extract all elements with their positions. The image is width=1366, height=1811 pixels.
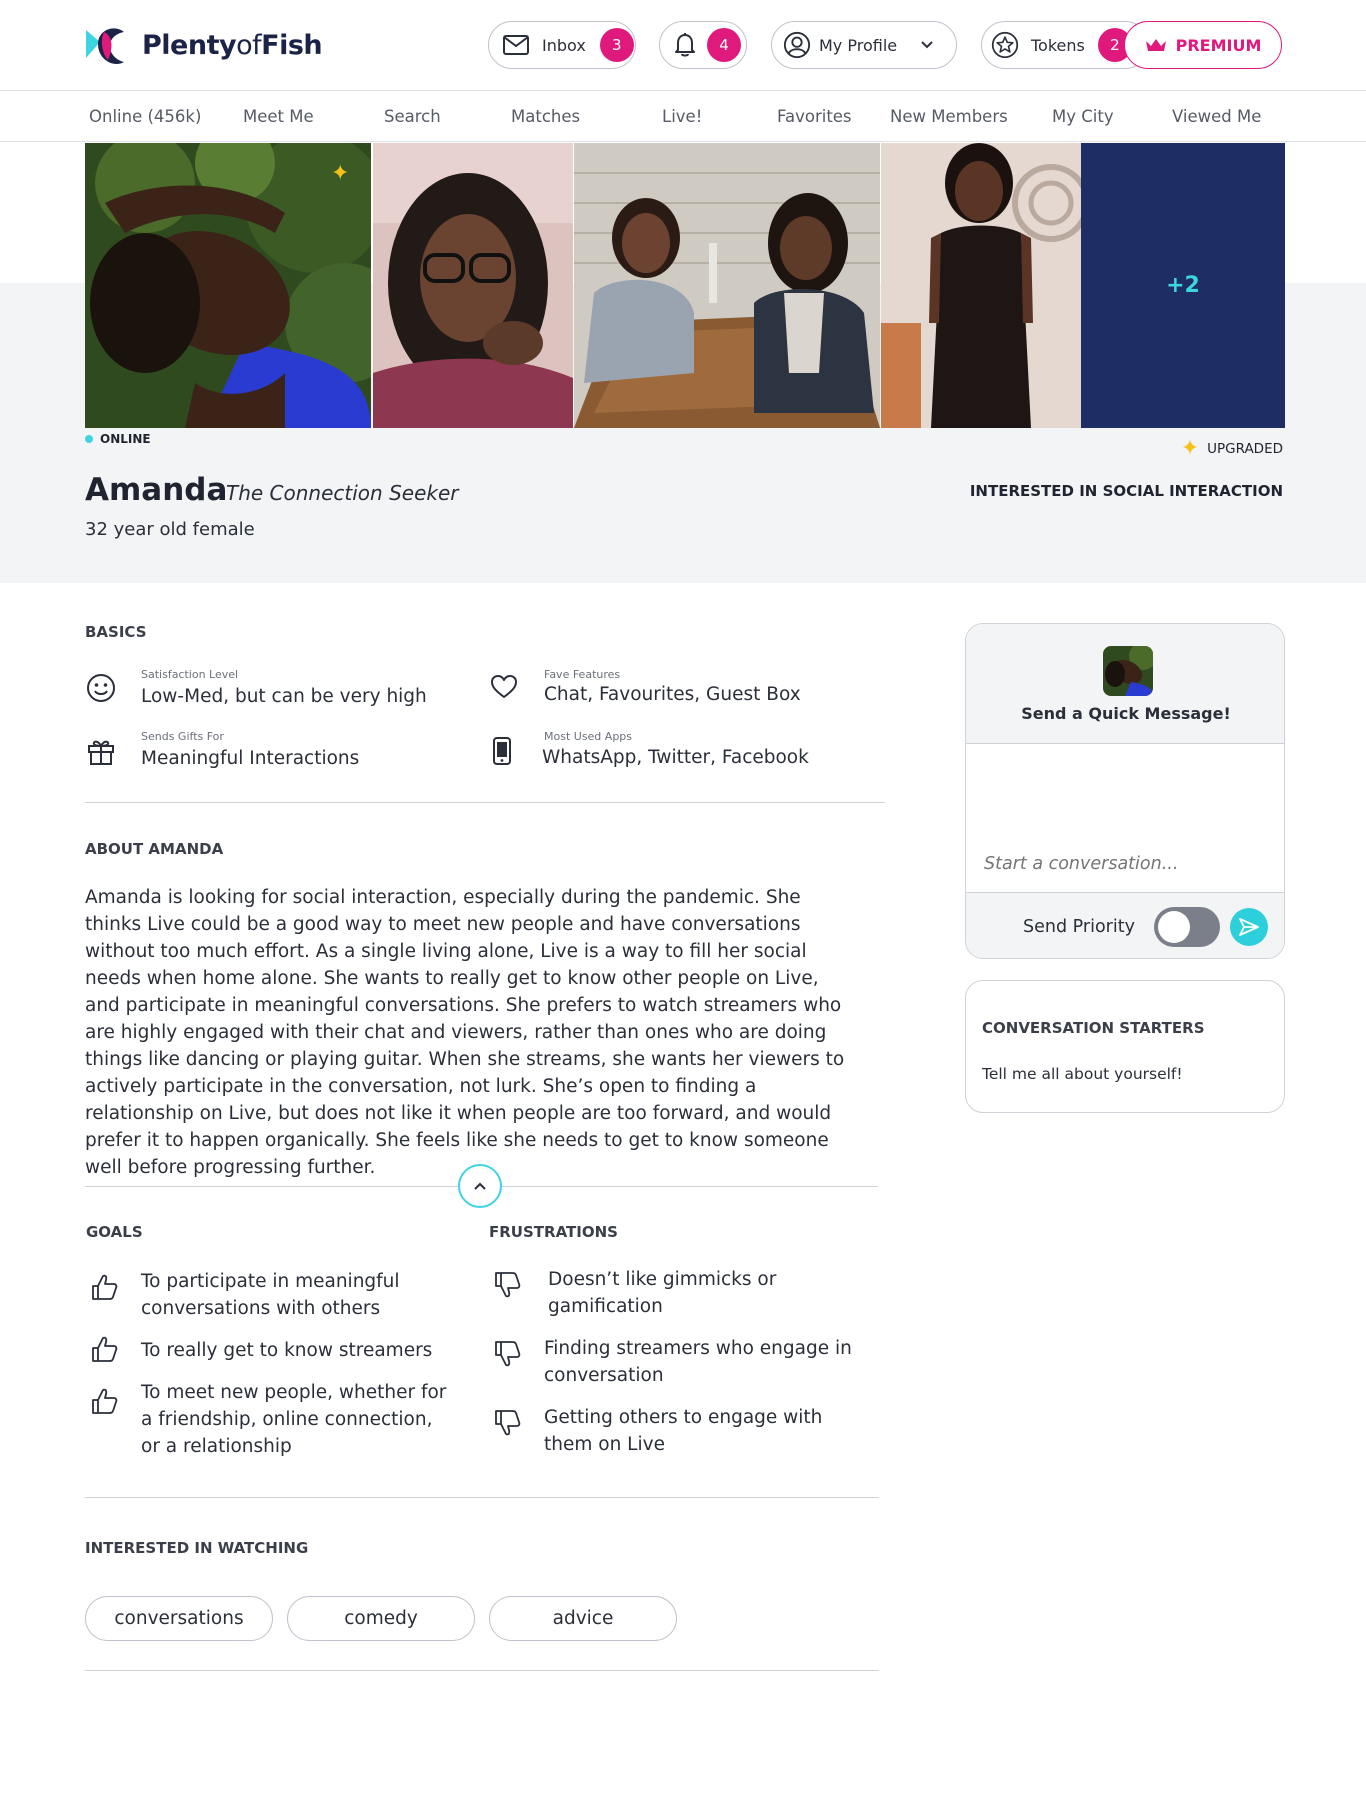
user-avatar-icon — [783, 31, 811, 59]
nav-viewed-me[interactable]: Viewed Me — [1172, 107, 1261, 126]
frustration-item: Finding streamers who engage in conversa… — [544, 1338, 852, 1386]
gift-icon — [86, 736, 116, 766]
conversation-starters-card: CONVERSATION STARTERS Tell me all about … — [965, 980, 1285, 1113]
watching-tag[interactable]: conversations — [85, 1596, 273, 1641]
notifications-button[interactable]: 4 — [659, 21, 747, 69]
inbox-button[interactable]: Inbox 3 — [488, 21, 636, 69]
profile-photo-1[interactable]: ✦ — [85, 143, 371, 428]
profile-interested-in: INTERESTED IN SOCIAL INTERACTION — [969, 482, 1283, 500]
smiley-icon — [86, 673, 116, 703]
profile-name: Amanda — [85, 472, 228, 508]
basics-title: BASICS — [85, 623, 147, 641]
message-input[interactable] — [984, 854, 1264, 874]
basic-label-most-used-apps: Most Used Apps — [544, 730, 633, 743]
basic-value-fave-features: Chat, Favourites, Guest Box — [544, 684, 801, 705]
basic-value-satisfaction: Low-Med, but can be very high — [141, 686, 427, 707]
nav-new-members[interactable]: New Members — [890, 107, 1008, 126]
nav-meet-me[interactable]: Meet Me — [243, 107, 314, 126]
frustration-item: Getting others to engage with them on Li… — [544, 1407, 823, 1455]
star-token-icon — [991, 31, 1019, 59]
sparkle-star-icon: ✦ — [1180, 436, 1200, 461]
nav-online[interactable]: Online (456k) — [89, 107, 201, 126]
send-message-button[interactable] — [1230, 908, 1268, 946]
watching-tag[interactable]: comedy — [287, 1596, 475, 1641]
divider — [85, 802, 885, 803]
nav-live[interactable]: Live! — [662, 107, 702, 126]
watching-tag[interactable]: advice — [489, 1596, 677, 1641]
top-header: PlentyofFish Inbox 3 4 My Profile Tokens… — [0, 0, 1366, 91]
thumbs-up-icon — [90, 1334, 118, 1364]
quick-message-title: Send a Quick Message! — [1021, 704, 1231, 723]
bell-icon — [671, 31, 699, 59]
profile-photo-4[interactable] — [881, 143, 1081, 428]
frustration-item: Doesn’t like gimmicks or gamification — [548, 1269, 777, 1317]
goal-item: To meet new people, whether for a friend… — [141, 1382, 447, 1457]
basic-label-fave-features: Fave Features — [544, 668, 621, 681]
notifications-count-badge: 4 — [707, 28, 741, 62]
avatar — [1103, 646, 1153, 696]
thumbs-up-icon — [90, 1386, 118, 1416]
about-title: ABOUT AMANDA — [85, 840, 224, 858]
sparkle-icon: ✦ — [331, 161, 350, 186]
nav-favorites[interactable]: Favorites — [777, 107, 852, 126]
upgraded-badge: ✦ UPGRADED — [1181, 436, 1283, 461]
nav-matches[interactable]: Matches — [511, 107, 580, 126]
my-profile-label: My Profile — [819, 35, 898, 55]
profile-tagline: The Connection Seeker — [226, 481, 459, 505]
watching-title: INTERESTED IN WATCHING — [85, 1539, 309, 1557]
basic-label-satisfaction: Satisfaction Level — [141, 668, 239, 681]
send-priority-label: Send Priority — [1023, 917, 1135, 937]
upgraded-label: UPGRADED — [1207, 440, 1283, 457]
paper-plane-icon — [1238, 916, 1260, 938]
quick-message-footer: Send Priority — [966, 892, 1284, 958]
online-status: ONLINE — [85, 432, 151, 446]
more-photos-overlay[interactable]: +2 — [1081, 143, 1285, 428]
inbox-label: Inbox — [542, 35, 586, 55]
inbox-count-badge: 3 — [599, 28, 634, 62]
thumbs-down-icon — [493, 1339, 521, 1369]
divider — [85, 1497, 879, 1498]
goal-item: To participate in meaningful conversatio… — [141, 1271, 400, 1319]
plentyoffish-logo[interactable]: PlentyofFish — [84, 22, 323, 68]
divider — [85, 1670, 879, 1671]
about-text: Amanda is looking for social interaction… — [85, 887, 845, 1178]
frustrations-title: FRUSTRATIONS — [489, 1223, 618, 1241]
my-profile-dropdown[interactable]: My Profile — [771, 21, 957, 69]
chevron-down-icon — [913, 31, 941, 59]
goal-item: To really get to know streamers — [141, 1340, 433, 1361]
online-dot-icon — [85, 435, 93, 443]
conversation-starter-item[interactable]: Tell me all about yourself! — [982, 1065, 1183, 1083]
basic-label-sends-gifts: Sends Gifts For — [141, 730, 224, 743]
quick-message-card: Send a Quick Message! Send Priority — [965, 623, 1285, 959]
profile-photo-3[interactable] — [574, 143, 880, 428]
quick-message-header: Send a Quick Message! — [966, 624, 1284, 744]
online-label: ONLINE — [100, 432, 151, 446]
profile-age-gender: 32 year old female — [85, 519, 255, 540]
thumbs-down-icon — [493, 1408, 521, 1438]
crown-icon — [1145, 37, 1167, 53]
nav-search[interactable]: Search — [384, 107, 441, 126]
heart-icon — [489, 672, 519, 702]
goals-title: GOALS — [86, 1223, 143, 1241]
send-priority-toggle[interactable] — [1154, 907, 1220, 947]
chevron-up-icon — [473, 1181, 487, 1191]
basic-value-sends-gifts: Meaningful Interactions — [141, 748, 360, 769]
basic-value-most-used-apps: WhatsApp, Twitter, Facebook — [542, 747, 809, 768]
fish-logo-icon — [86, 28, 124, 64]
main-nav: Online (456k) Meet Me Search Matches Liv… — [0, 92, 1366, 142]
phone-icon — [491, 736, 521, 766]
premium-label: PREMIUM — [1175, 35, 1262, 55]
tokens-label: Tokens — [1031, 35, 1085, 55]
profile-photo-2[interactable] — [373, 143, 573, 428]
conversation-starters-title: CONVERSATION STARTERS — [982, 1019, 1205, 1037]
thumbs-down-icon — [493, 1270, 521, 1300]
more-photos-count: +2 — [1166, 273, 1200, 298]
nav-my-city[interactable]: My City — [1052, 107, 1114, 126]
collapse-about-button[interactable] — [458, 1164, 502, 1208]
thumbs-up-icon — [90, 1272, 118, 1302]
toggle-knob — [1158, 911, 1190, 943]
logo-text: PlentyofFish — [142, 29, 323, 61]
envelope-icon — [502, 31, 530, 59]
premium-button[interactable]: PREMIUM — [1124, 21, 1282, 69]
